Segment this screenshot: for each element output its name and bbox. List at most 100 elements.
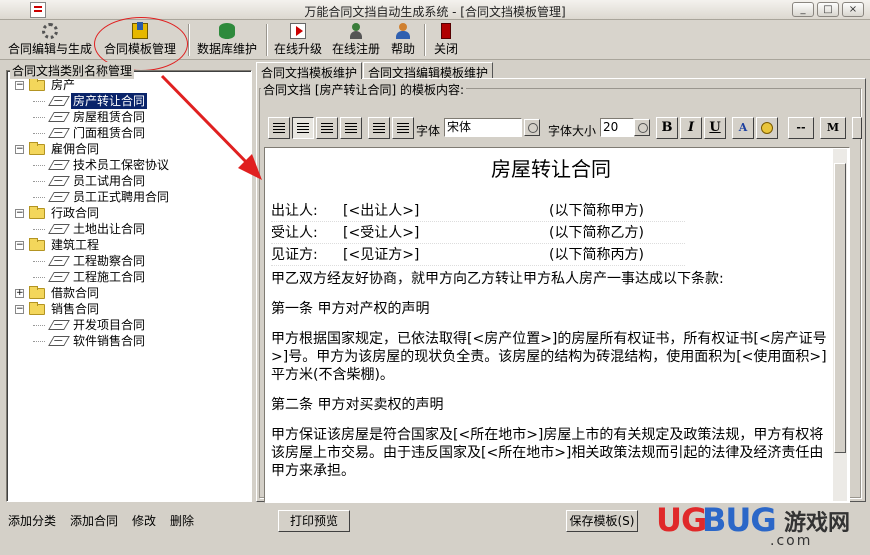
document-icon: [48, 336, 70, 346]
line-button[interactable]: --: [788, 117, 814, 139]
delete-button[interactable]: 删除: [170, 512, 194, 529]
tree-expander-icon[interactable]: +: [15, 289, 24, 298]
minimize-button[interactable]: _: [792, 2, 814, 17]
tree-expander-icon[interactable]: −: [15, 241, 24, 250]
tree-expander-icon[interactable]: −: [15, 145, 24, 154]
category-tree[interactable]: − 房产 房产转让合同 房屋租赁合同 门面租赁合同 − 雇佣合同 技术员工保密协议 员工试用合同…: [6, 70, 252, 502]
tree-item-label: 房屋租赁合同: [73, 110, 146, 124]
outdent-icon: [373, 123, 385, 133]
article-1-title: 第一条 甲方对产权的声明: [271, 301, 430, 317]
folder-icon: [29, 302, 45, 315]
folder-icon: [29, 142, 45, 155]
template-group-title: 合同文挡 [房产转让合同] 的模板内容:: [261, 81, 467, 98]
format-toolbar: 字体 宋体 字体大小 20 B I U A -- M: [268, 115, 862, 141]
tree-folder-label: 行政合同: [51, 206, 100, 220]
modify-button[interactable]: 修改: [132, 512, 156, 529]
folder-icon: [29, 78, 45, 91]
outdent-button[interactable]: [368, 117, 390, 139]
font-dropdown-button[interactable]: [524, 119, 540, 136]
intro-paragraph: 甲乙双方经友好协商，就甲方向乙方转让甲方私人房产一事达成以下条款:: [271, 271, 724, 287]
template-editor[interactable]: 房屋转让合同 出让人: [<出让人>] (以下简称甲方) 受让人: [<受让人>…: [264, 147, 850, 503]
close-button[interactable]: ×: [842, 2, 864, 17]
edit-generate-button[interactable]: 合同编辑与生成: [6, 21, 94, 59]
font-color-button[interactable]: A: [732, 117, 754, 139]
tree-connector: [33, 229, 45, 230]
tree-item-label: 房产转让合同: [71, 93, 148, 109]
database-button[interactable]: 数据库维护: [194, 21, 260, 59]
tree-connector: [33, 101, 45, 102]
article-2-title: 第二条 甲方对买卖权的声明: [271, 397, 444, 413]
party-row-1: 出让人: [<出让人>] (以下简称甲方): [271, 200, 685, 222]
italic-button[interactable]: I: [680, 117, 702, 139]
document-icon: [48, 160, 70, 170]
watermark-com: .com: [770, 533, 813, 549]
document-icon: [48, 272, 70, 282]
template-panel: 合同文挡 [房产转让合同] 的模板内容: 字体 宋体 字体大小 20 B I U…: [256, 78, 866, 503]
align-left-button[interactable]: [268, 117, 290, 139]
register-icon: [348, 23, 364, 39]
exit-button[interactable]: 关闭: [430, 21, 462, 59]
underline-button[interactable]: U: [704, 117, 726, 139]
tree-item-label: 工程勘察合同: [73, 254, 146, 268]
document-icon: [48, 192, 70, 202]
document-icon: [48, 96, 70, 106]
tree-folder-label: 销售合同: [51, 302, 100, 316]
folder-icon: [29, 238, 45, 251]
tree-item-label: 员工试用合同: [73, 174, 146, 188]
upgrade-button[interactable]: 在线升级: [272, 21, 324, 59]
document-icon: [48, 256, 70, 266]
tree-expander-icon[interactable]: −: [15, 81, 24, 90]
tree-folder-label: 建筑工程: [51, 238, 100, 252]
add-contract-button[interactable]: 添加合同: [70, 512, 118, 529]
align-center-button[interactable]: [292, 117, 314, 139]
indent-button[interactable]: [392, 117, 414, 139]
tree-connector: [33, 341, 45, 342]
watermark-bug: BUG: [702, 501, 777, 539]
folder-icon: [29, 286, 45, 299]
tree-item-label: 工程施工合同: [73, 270, 146, 284]
indent-icon: [397, 123, 409, 133]
font-label: 字体: [416, 124, 441, 138]
add-category-button[interactable]: 添加分类: [8, 512, 56, 529]
document-icon: [48, 128, 70, 138]
tree-expander-icon[interactable]: −: [15, 305, 24, 314]
align-right-button[interactable]: [316, 117, 338, 139]
article-1-body: 甲方根据国家规定，已依法取得[<房产位置>]的房屋所有权证书，所有权证书[<房产…: [271, 331, 827, 383]
tree-connector: [33, 325, 45, 326]
tab-strip: 合同文挡模板维护 合同文挡编辑模板维护: [256, 62, 494, 80]
watermark-ug: UG: [656, 501, 707, 539]
font-size-label: 字体大小: [548, 124, 597, 138]
bold-button[interactable]: B: [656, 117, 678, 139]
more-button[interactable]: [852, 117, 862, 139]
align-justify-button[interactable]: [340, 117, 362, 139]
m-button[interactable]: M: [820, 117, 846, 139]
help-icon: [395, 23, 411, 39]
editor-scrollbar[interactable]: [833, 149, 847, 501]
register-button[interactable]: 在线注册: [330, 21, 382, 59]
tree-folder-label: 借款合同: [51, 286, 100, 300]
font-size-select[interactable]: 20: [600, 118, 634, 137]
tree-connector: [33, 165, 45, 166]
tab-template-maintain[interactable]: 合同文挡模板维护: [256, 62, 363, 80]
tree-connector: [33, 181, 45, 182]
palette-button[interactable]: [756, 117, 778, 139]
scroll-thumb[interactable]: [834, 163, 846, 453]
font-select[interactable]: 宋体: [444, 118, 522, 137]
align-justify-icon: [345, 123, 357, 133]
document-content: 房屋转让合同 出让人: [<出让人>] (以下简称甲方) 受让人: [<受让人>…: [271, 154, 831, 480]
help-button[interactable]: 帮助: [388, 21, 418, 59]
align-left-icon: [273, 123, 285, 133]
tree-folder-label: 雇佣合同: [51, 142, 100, 156]
print-preview-button[interactable]: 打印预览: [278, 510, 350, 532]
tree-expander-icon[interactable]: −: [15, 209, 24, 218]
maximize-button[interactable]: □: [817, 2, 839, 17]
palette-icon: [761, 122, 773, 134]
tree-folder-label: 房产: [51, 78, 76, 92]
tree-connector: [33, 261, 45, 262]
save-template-button[interactable]: 保存模板(S): [566, 510, 638, 532]
database-icon: [219, 23, 235, 39]
scroll-up-icon[interactable]: [834, 149, 846, 161]
font-size-dropdown-button[interactable]: [634, 119, 650, 136]
tree-item-label: 门面租赁合同: [73, 126, 146, 140]
tab-edit-template-maintain[interactable]: 合同文挡编辑模板维护: [363, 62, 494, 80]
